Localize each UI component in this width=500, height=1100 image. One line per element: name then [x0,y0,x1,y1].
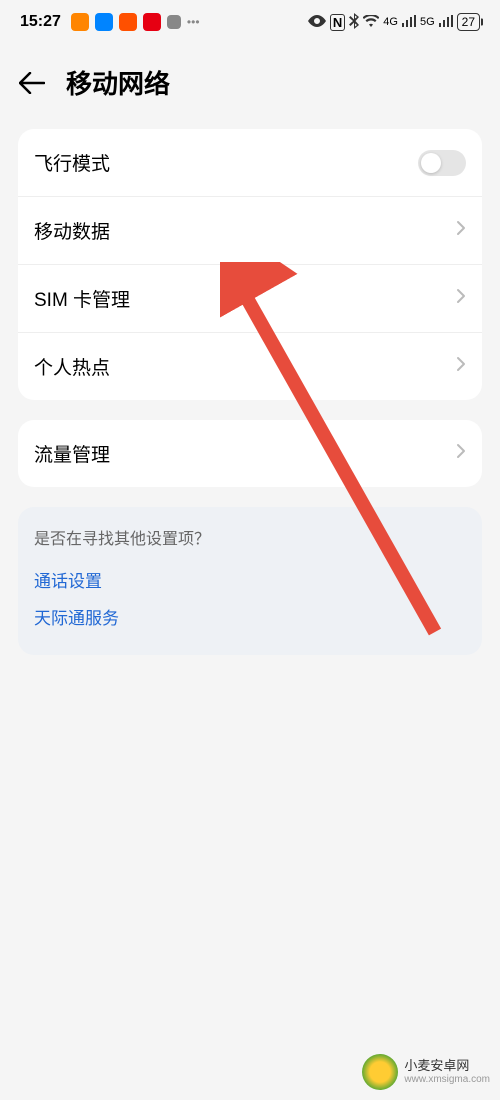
status-bar: 15:27 ••• N 4G 5G 27 [0,0,500,44]
app-icon [143,13,161,31]
chevron-right-icon [456,288,466,310]
app-icon [71,13,89,31]
app-icon [119,13,137,31]
skytone-link[interactable]: 天际通服务 [34,598,466,635]
call-settings-link[interactable]: 通话设置 [34,561,466,598]
airplane-mode-label: 飞行模式 [34,149,110,176]
settings-card-1: 飞行模式 移动数据 SIM 卡管理 个人热点 [18,129,482,400]
nfc-icon: N [330,14,345,31]
chevron-right-icon [456,220,466,242]
watermark-logo-icon [362,1054,398,1090]
watermark: 小麦安卓网 www.xmsigma.com [362,1054,490,1090]
hint-title: 是否在寻找其他设置项？ [34,525,466,549]
battery-icon: 27 [457,13,480,31]
watermark-url: www.xmsigma.com [404,1074,490,1086]
data-usage-label: 流量管理 [34,440,110,467]
hint-card: 是否在寻找其他设置项？ 通话设置 天际通服务 [18,507,482,655]
airplane-mode-row[interactable]: 飞行模式 [18,129,482,196]
back-button[interactable] [18,69,46,97]
header: 移动网络 [0,44,500,129]
more-dots-icon: ••• [187,15,200,29]
sim-management-label: SIM 卡管理 [34,285,130,312]
watermark-name: 小麦安卓网 [404,1058,490,1074]
signal-bars-icon [402,15,416,30]
eye-icon [308,15,326,30]
mobile-data-label: 移动数据 [34,217,110,244]
app-icon [95,13,113,31]
signal-5g: 5G [420,16,435,28]
status-right: N 4G 5G 27 [308,13,480,32]
hotspot-row[interactable]: 个人热点 [18,332,482,400]
airplane-mode-toggle[interactable] [418,150,466,176]
hotspot-label: 个人热点 [34,353,110,380]
page-title: 移动网络 [66,64,170,101]
status-time: 15:27 [20,13,61,31]
wifi-icon [363,15,379,30]
chevron-right-icon [456,356,466,378]
status-left: 15:27 ••• [20,13,200,31]
data-usage-row[interactable]: 流量管理 [18,420,482,487]
bluetooth-icon [349,13,359,32]
chevron-right-icon [456,443,466,465]
settings-card-2: 流量管理 [18,420,482,487]
sim-management-row[interactable]: SIM 卡管理 [18,264,482,332]
signal-4g: 4G [383,16,398,28]
signal-bars-icon [439,15,453,30]
mobile-data-row[interactable]: 移动数据 [18,196,482,264]
app-icon [167,15,181,29]
